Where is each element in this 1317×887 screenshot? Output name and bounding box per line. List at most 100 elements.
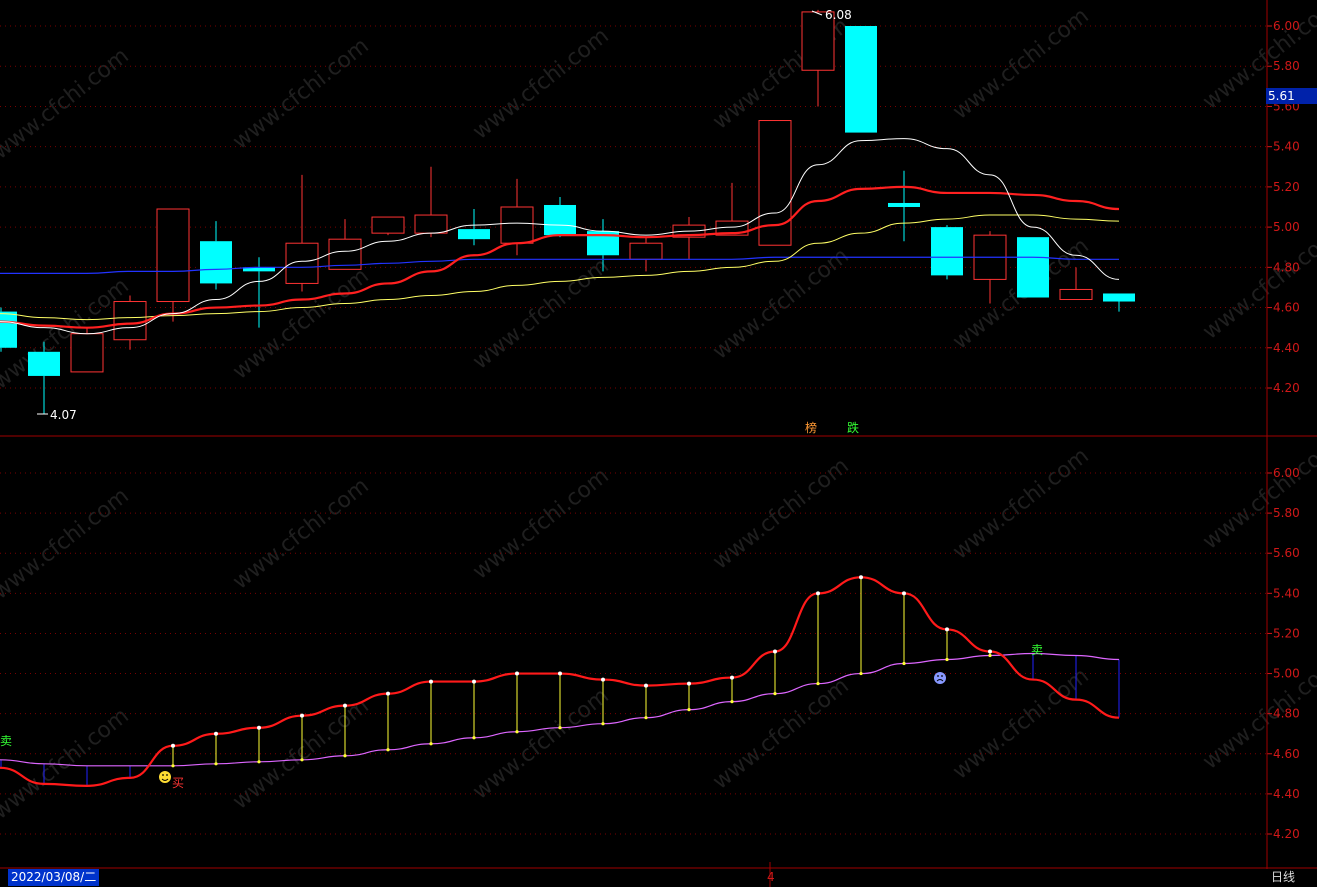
lower-axis-tick: 6.00: [1273, 466, 1300, 480]
candle-body-down: [0, 311, 17, 348]
indicator-dot-top: [902, 591, 906, 596]
upper-axis-tick: 5.20: [1273, 180, 1300, 194]
candle-body-down: [888, 202, 920, 207]
buy-signal-label: 买: [172, 776, 184, 790]
indicator-dot-top: [300, 713, 304, 718]
indicator-dot-bottom: [816, 681, 820, 686]
indicator-dot-bottom: [945, 657, 949, 662]
lower-axis-tick: 5.40: [1273, 586, 1300, 600]
indicator-dot-top: [214, 731, 218, 736]
candle-body-down: [28, 351, 60, 376]
candle-body-up: [70, 333, 104, 373]
candle-body-down: [931, 227, 963, 276]
watermark-text: www.cfchi.com: [468, 463, 613, 584]
watermark-text: www.cfchi.com: [708, 453, 853, 574]
indicator-dot-bottom: [171, 764, 175, 768]
stock-chart[interactable]: www.cfchi.com www.cfchi.com www.cfchi.com w…: [0, 0, 1317, 887]
low-price-label: 4.07: [50, 408, 77, 422]
indicator-dot-bottom: [773, 692, 777, 696]
indicator-dot-top: [988, 649, 992, 654]
indicator-dot-top: [257, 725, 261, 730]
indicator-dot-top: [429, 679, 433, 684]
indicator-dot-bottom: [902, 661, 906, 666]
indicator-dot-bottom: [687, 708, 691, 712]
candle-body-down: [458, 229, 490, 240]
watermark-text: www.cfchi.com: [1198, 223, 1317, 344]
candle-body-down: [544, 204, 576, 236]
watermark-text: www.cfchi.com: [708, 673, 853, 794]
watermark-text: www.cfchi.com: [0, 483, 134, 604]
indicator-dot-top: [945, 627, 949, 632]
indicator-dot-bottom: [859, 671, 863, 676]
watermark-text: www.cfchi.com: [948, 443, 1093, 564]
upper-axis-tick: 4.60: [1273, 301, 1300, 315]
indicator-dot-bottom: [429, 742, 433, 746]
status-date[interactable]: 2022/03/08/二: [8, 869, 100, 886]
candle-body-up: [629, 242, 663, 260]
lower-axis-tick: 5.80: [1273, 506, 1300, 520]
indicator-dot-top: [730, 675, 734, 680]
lower-axis-tick: 5.60: [1273, 546, 1300, 560]
indicator-dot-top: [644, 683, 648, 688]
mark-die: 跌: [847, 420, 859, 435]
watermark-text: www.cfchi.com: [228, 33, 373, 154]
smile-icon: [159, 771, 171, 783]
watermark-text: www.cfchi.com: [708, 243, 853, 364]
indicator-dot-bottom: [558, 726, 562, 730]
indicator-dot-top: [601, 677, 605, 682]
watermark-text: www.cfchi.com: [468, 683, 613, 804]
candle-body-up: [414, 214, 448, 234]
candle-body-down: [1103, 293, 1135, 302]
lower-axis-tick: 5.00: [1273, 667, 1300, 681]
lower-axis-tick: 4.20: [1273, 827, 1300, 841]
watermark-text: www.cfchi.com: [948, 663, 1093, 784]
indicator-dot-top: [687, 681, 691, 686]
candle-body-up: [113, 301, 147, 341]
indicator-dot-bottom: [386, 748, 390, 752]
indicator-dot-bottom: [472, 736, 476, 740]
lower-axis-tick: 4.80: [1273, 707, 1300, 721]
sell-signal-label: 卖: [1031, 643, 1043, 657]
indicator-dot-bottom: [730, 700, 734, 704]
indicator-dot-bottom: [214, 762, 218, 766]
lower-axis-tick: 4.60: [1273, 747, 1300, 761]
indicator-dot-top: [171, 743, 175, 748]
candle-body-down: [200, 241, 232, 284]
upper-axis-tick: 4.80: [1273, 260, 1300, 274]
upper-axis-tick: 5.40: [1273, 140, 1300, 154]
lower-axis-tick: 5.20: [1273, 626, 1300, 640]
lower-indicator-panel[interactable]: 6.00 5.80 5.60 5.40 5.20 5.00 4.80 4.60 4.40 4.20: [0, 466, 1300, 841]
candle-body-up: [1059, 288, 1093, 301]
upper-price-panel[interactable]: 6.005.805.605.405.205.004.804.604.404.20: [0, 9, 1300, 415]
indicator-dot-top: [472, 679, 476, 684]
sell-signal-label-left: 卖: [0, 734, 12, 748]
candle-body-down: [1017, 237, 1049, 298]
watermark-text: www.cfchi.com: [1198, 433, 1317, 554]
lower-axis-tick: 4.40: [1273, 787, 1300, 801]
candle-body-up: [156, 208, 190, 303]
upper-axis-tick: 5.00: [1273, 220, 1300, 234]
indicator-dot-bottom: [300, 758, 304, 762]
indicator-dot-bottom: [601, 722, 605, 726]
indicator-dot-top: [558, 671, 562, 676]
status-marker-label: 4: [767, 870, 775, 884]
indicator-dot-bottom: [343, 754, 347, 758]
watermark-text: www.cfchi.com: [0, 703, 134, 824]
panel-frames: [0, 0, 1317, 887]
indicator-dot-top: [343, 703, 347, 708]
indicator-dot-top: [816, 591, 820, 596]
period-selector[interactable]: 日线: [1271, 869, 1295, 886]
current-price-tag: 5.61: [1266, 88, 1317, 104]
indicator-dot-top: [515, 671, 519, 676]
indicator-dot-top: [773, 649, 777, 654]
candle-body-up: [500, 206, 534, 244]
candle-body-down: [845, 26, 877, 133]
upper-axis-tick: 4.40: [1273, 341, 1300, 355]
candle-body-up: [371, 216, 405, 234]
indicator-dot-bottom: [988, 653, 992, 658]
upper-axis-tick: 4.20: [1273, 381, 1300, 395]
watermark-text: www.cfchi.com: [228, 473, 373, 594]
frown-icon: [934, 672, 946, 684]
upper-axis-tick: 6.00: [1273, 19, 1300, 33]
mark-bang: 榜: [805, 420, 817, 435]
